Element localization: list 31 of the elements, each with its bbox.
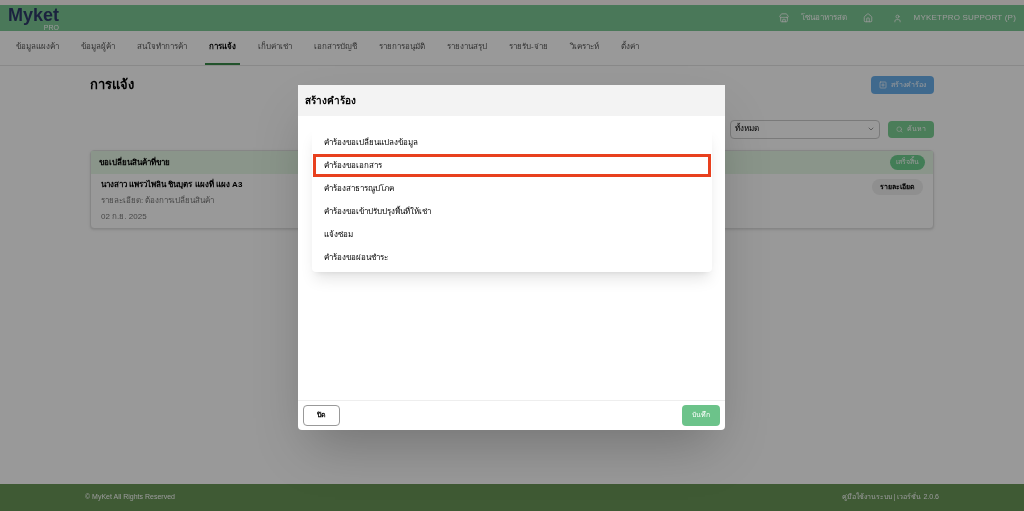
logo: Myket — [8, 5, 60, 24]
caret-icon — [867, 125, 875, 133]
dialog-title: สร้างคำร้อง — [305, 94, 356, 108]
plus-icon — [879, 81, 887, 89]
home-icon[interactable] — [862, 13, 873, 23]
nav-tab[interactable]: ข้อมูลผู้ค้า — [77, 31, 119, 65]
dropdown-option[interactable]: คำร้องสาธารณูปโภค — [313, 177, 711, 200]
dropdown-option[interactable]: คำร้องขอเข้าปรับปรุงพื้นที่ให้เช่า — [313, 200, 711, 223]
nav-tab[interactable]: การแจ้ง — [205, 31, 240, 65]
nav-tab[interactable]: เก็บค่าเช่า — [254, 31, 296, 65]
dropdown-option[interactable]: คำร้องขอผ่อนชำระ — [313, 246, 711, 269]
user-icon — [892, 13, 902, 23]
request-date: 02 ก.ย. 2025 — [101, 211, 147, 223]
page-title: การแจ้ง — [90, 76, 134, 95]
card-title: ขอเปลี่ยนสินค้าที่ขาย — [99, 156, 170, 169]
status-select[interactable]: ทั้งหมด — [730, 119, 880, 139]
nav-tab[interactable]: รายการอนุมัติ — [375, 31, 429, 65]
nav-tab[interactable]: รายงานสรุป — [443, 31, 491, 65]
dropdown-option[interactable]: แจ้งซ่อม — [313, 223, 711, 246]
nav-tab[interactable]: เอกสารบัญชี — [310, 31, 361, 65]
nav-tab[interactable]: วิเคราะห์ — [565, 31, 603, 65]
dropdown-option[interactable]: คำร้องขอเอกสาร — [313, 154, 711, 177]
search-icon — [896, 125, 903, 133]
store-icon — [778, 13, 789, 23]
nav-tab[interactable]: ข้อมูลแผงค้า — [12, 31, 63, 65]
nav-tab[interactable]: สนใจทำการค้า — [133, 31, 191, 65]
nav-tab[interactable]: รายรับ-จ่าย — [505, 31, 552, 65]
request-detail: รายละเอียด: ต้องการเปลี่ยนสินค้า — [101, 195, 215, 207]
nav-tab[interactable]: ตั้งค่า — [616, 31, 643, 65]
vendor-name: นางสาว แพรวไพลิน ชินบุตร แผงที่ แผง A3 — [101, 179, 243, 191]
dropdown-option[interactable]: คำร้องขอเปลี่ยนแปลงข้อมูล — [313, 131, 711, 154]
